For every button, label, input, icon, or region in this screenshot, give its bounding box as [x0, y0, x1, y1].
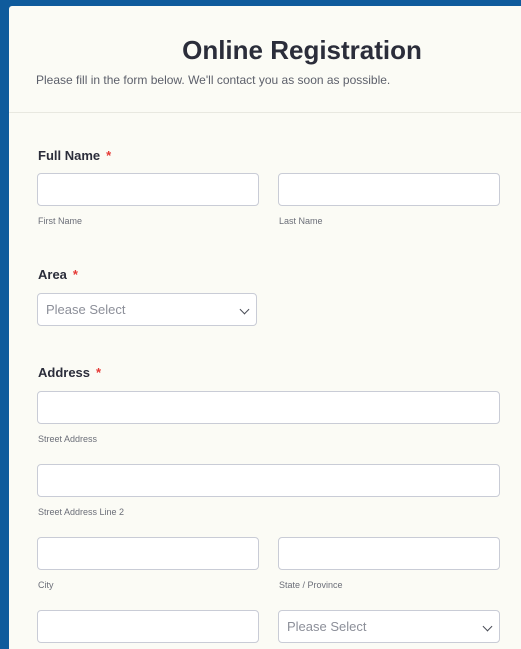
form-title: Online Registration — [182, 35, 422, 65]
required-mark: * — [72, 267, 78, 282]
chevron-down-icon — [239, 304, 250, 315]
street-address-sublabel: Street Address — [38, 434, 98, 444]
area-select[interactable]: Please Select — [37, 293, 257, 326]
state-province-input[interactable] — [278, 537, 500, 570]
state-province-sublabel: State / Province — [279, 580, 343, 590]
last-name-input[interactable] — [278, 173, 500, 206]
address-label: Address * — [38, 365, 101, 380]
address-label-text: Address — [38, 365, 91, 380]
first-name-input[interactable] — [37, 173, 259, 206]
full-name-label-text: Full Name — [38, 148, 101, 163]
street-address-line2-sublabel: Street Address Line 2 — [38, 507, 125, 517]
area-label-text: Area — [38, 267, 67, 282]
city-input[interactable] — [37, 537, 259, 570]
street-address-line2-input[interactable] — [37, 464, 500, 497]
required-mark: * — [106, 148, 112, 163]
area-select-placeholder: Please Select — [46, 302, 126, 317]
city-sublabel: City — [38, 580, 54, 590]
registration-form: Online Registration Please fill in the f… — [9, 6, 521, 649]
postal-code-input[interactable] — [37, 610, 259, 643]
area-label: Area * — [38, 267, 78, 282]
required-mark: * — [96, 365, 102, 380]
first-name-sublabel: First Name — [38, 216, 83, 226]
street-address-input[interactable] — [37, 391, 500, 424]
full-name-label: Full Name * — [38, 148, 111, 163]
form-header: Online Registration Please fill in the f… — [9, 6, 521, 113]
last-name-sublabel: Last Name — [279, 216, 323, 226]
chevron-down-icon — [482, 621, 493, 632]
form-subtitle: Please fill in the form below. We'll con… — [36, 73, 391, 87]
country-select-placeholder: Please Select — [287, 619, 367, 634]
country-select[interactable]: Please Select — [278, 610, 500, 643]
